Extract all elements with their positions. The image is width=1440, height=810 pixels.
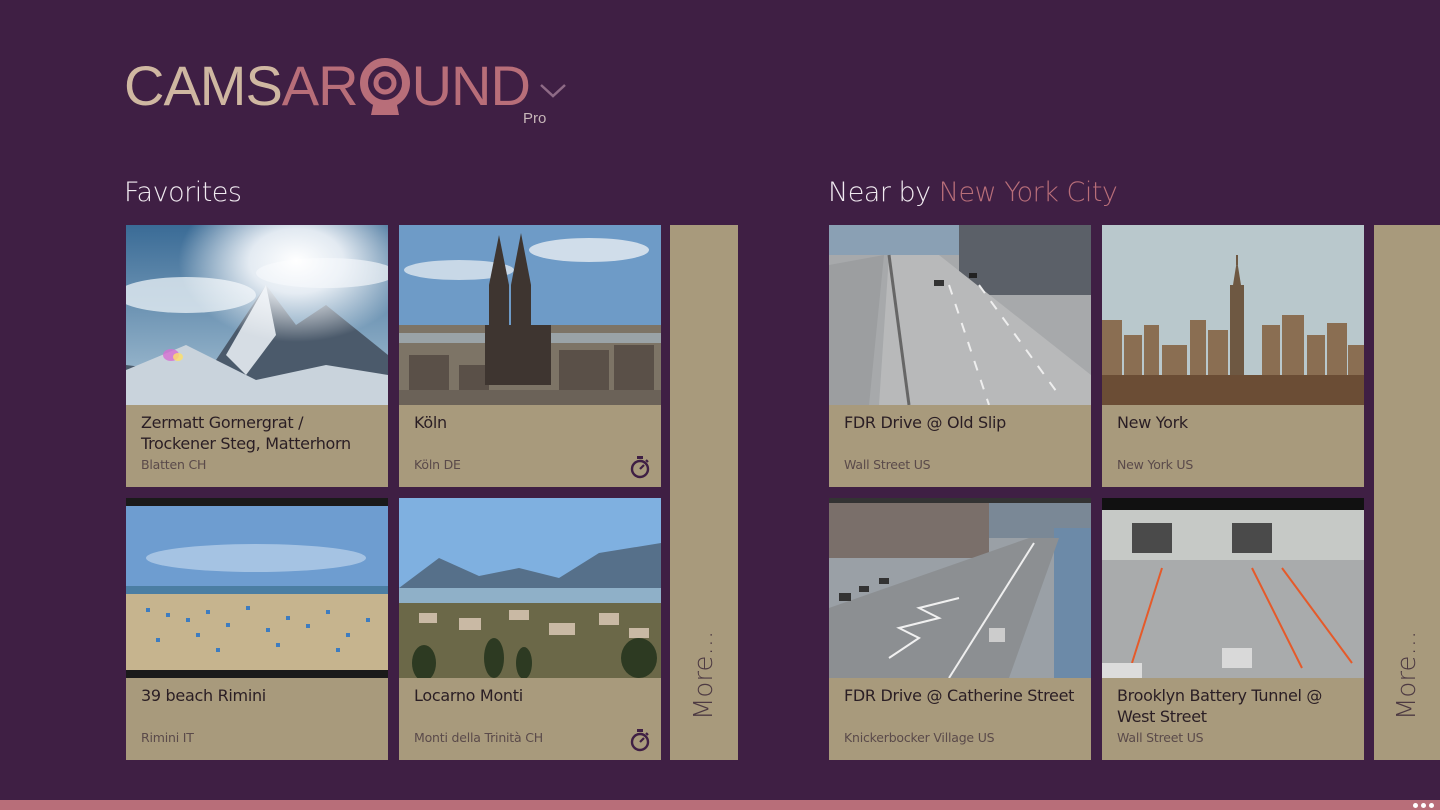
favorites-more-button[interactable]: More... (670, 225, 738, 760)
webcam-thumbnail (126, 498, 388, 678)
webcam-thumbnail (399, 225, 661, 405)
app-bar (0, 800, 1440, 810)
edition-label: Pro (523, 110, 547, 127)
app-logo[interactable]: CAMS AR UND (124, 54, 531, 128)
tile-title: Locarno Monti (414, 686, 523, 705)
tile-location: Wall Street US (844, 457, 931, 472)
tile-location: Wall Street US (1117, 730, 1204, 745)
favorite-tile[interactable]: 39 beach Rimini Rimini IT (126, 498, 388, 760)
webcam-thumbnail (829, 498, 1091, 678)
webcam-thumbnail (1102, 498, 1364, 678)
tile-title: Zermatt Gornergrat / Trockener Steg, Mat… (141, 413, 351, 453)
nearby-tile[interactable]: FDR Drive @ Old Slip Wall Street US (829, 225, 1091, 487)
more-label: More... (689, 630, 719, 720)
tile-title: Brooklyn Battery Tunnel @ West Street (1117, 686, 1323, 726)
tile-title: FDR Drive @ Old Slip (844, 413, 1007, 432)
nearby-tile[interactable]: New York New York US (1102, 225, 1364, 487)
nearby-tile[interactable]: Brooklyn Battery Tunnel @ West Street Wa… (1102, 498, 1364, 760)
more-label: More... (1392, 630, 1422, 720)
tile-location: Köln DE (414, 457, 461, 472)
webcam-thumbnail (399, 498, 661, 678)
tile-location: New York US (1117, 457, 1194, 472)
chevron-down-icon[interactable] (538, 80, 568, 100)
logo-text-und: UND (411, 54, 531, 117)
webcam-thumbnail (126, 225, 388, 405)
nearby-city-link[interactable]: New York City (939, 177, 1118, 208)
tile-title: New York (1117, 413, 1188, 432)
nearby-heading-prefix: Near by (828, 177, 939, 208)
nearby-heading: Near by New York City (828, 177, 1118, 208)
favorite-tile[interactable]: Zermatt Gornergrat / Trockener Steg, Mat… (126, 225, 388, 487)
webcam-thumbnail (1102, 225, 1364, 405)
logo-text-cams: CAMS (124, 54, 283, 117)
webcam-logo-icon (359, 55, 411, 117)
tile-location: Rimini IT (141, 730, 194, 745)
stopwatch-icon (630, 729, 650, 752)
tile-title: 39 beach Rimini (141, 686, 266, 705)
webcam-thumbnail (829, 225, 1091, 405)
tile-title: Köln (414, 413, 447, 432)
ellipsis-icon[interactable] (1413, 800, 1434, 810)
favorite-tile[interactable]: Locarno Monti Monti della Trinità CH (399, 498, 661, 760)
nearby-tile[interactable]: FDR Drive @ Catherine Street Knickerbock… (829, 498, 1091, 760)
tile-location: Monti della Trinità CH (414, 730, 543, 745)
logo-text-ar: AR (281, 54, 359, 117)
tile-location: Blatten CH (141, 457, 207, 472)
favorites-heading: Favorites (124, 177, 242, 208)
tile-location: Knickerbocker Village US (844, 730, 995, 745)
stopwatch-icon (630, 456, 650, 479)
tile-title: FDR Drive @ Catherine Street (844, 686, 1075, 705)
favorite-tile[interactable]: Köln Köln DE (399, 225, 661, 487)
nearby-more-button[interactable]: More... (1374, 225, 1440, 760)
